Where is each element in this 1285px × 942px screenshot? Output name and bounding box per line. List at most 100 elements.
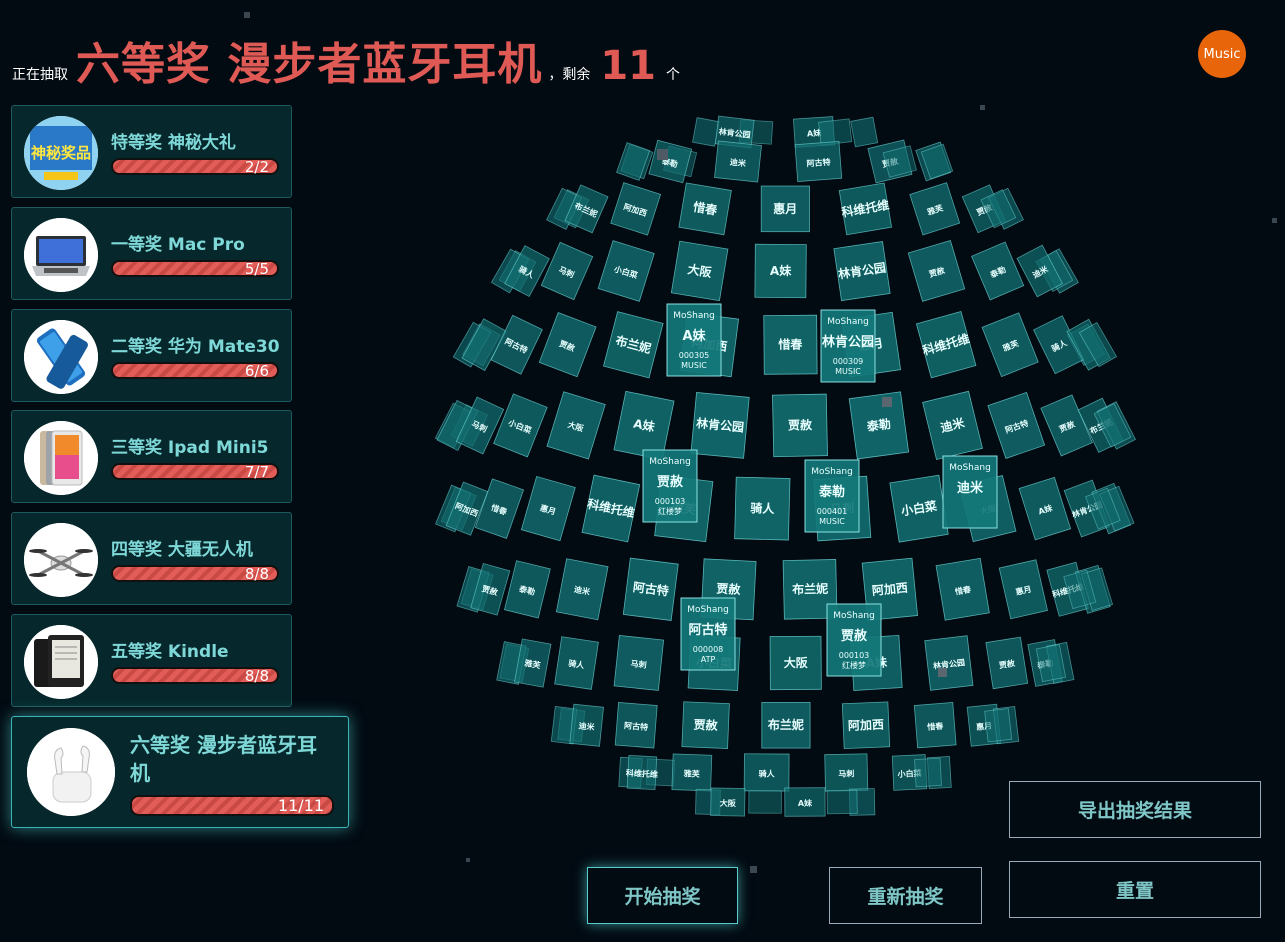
participant-card [984, 708, 1013, 743]
participant-card [748, 790, 782, 814]
participant-card-text: 阿古特 [688, 622, 727, 638]
participant-card [914, 757, 942, 788]
participant-card: 林肯公园 [690, 392, 750, 459]
participant-card: 惜春 [474, 478, 525, 539]
participant-card: 惜春 [763, 314, 818, 375]
prize-card-special[interactable]: 神秘奖品 特等奖 神秘大礼 2/2 [11, 105, 292, 198]
prize-card-fourth[interactable]: 四等奖 大疆无人机 8/8 [11, 512, 292, 605]
participant-name: 骑人 [759, 768, 776, 778]
participant-card-text: MoShang [827, 317, 869, 327]
participant-card-front: MoShang 林肯公园 000309MUSIC [820, 309, 876, 383]
participant-card: 阿加西 [841, 701, 891, 750]
participant-card: 大阪 [546, 391, 606, 460]
participant-card: 迪米 [555, 558, 609, 621]
participant-name: 惠月 [773, 201, 797, 216]
remaining-unit: 个 [666, 67, 680, 83]
ereader-icon [24, 625, 98, 699]
prize-card-second[interactable]: 二等奖 华为 Mate30 6/6 [11, 309, 292, 402]
export-results-button[interactable]: 导出抽奖结果 [1009, 781, 1261, 838]
participant-card: 迪米 [714, 140, 762, 183]
participant-name: 马刺 [838, 768, 854, 778]
participant-name: 雅芙 [684, 768, 701, 779]
participant-card: 布兰妮 [603, 311, 664, 379]
participant-card: 雅芙 [981, 312, 1039, 378]
participant-card: 马刺 [824, 753, 869, 792]
prize-label: 六等奖 漫步者蓝牙耳机 [130, 733, 317, 785]
participant-card: 马刺 [613, 634, 665, 691]
participant-name: 迪米 [578, 720, 596, 732]
participant-card-text: MoShang [673, 311, 715, 321]
music-toggle-button[interactable]: Music [1198, 30, 1246, 78]
participant-card [826, 789, 858, 815]
participant-name: 阿古特 [806, 157, 831, 169]
participant-card: 迪米 [922, 390, 983, 461]
participant-card: 惜春 [935, 557, 990, 621]
participant-card-front: MoShang A妹 000305MUSIC [666, 303, 722, 377]
prize-card-first[interactable]: 一等奖 Mac Pro 5/5 [11, 207, 292, 300]
background-particle [882, 397, 892, 407]
participant-card: 科维托维 [626, 754, 658, 791]
redraw-button[interactable]: 重新抽奖 [829, 867, 982, 924]
prize-label: 四等奖 大疆无人机 [111, 540, 253, 560]
participant-card: 贾赦 [681, 701, 730, 749]
participant-name: 马刺 [630, 658, 647, 670]
participant-card-text: MoShang [649, 457, 691, 467]
participant-card [850, 116, 879, 148]
participant-card: 雅芙 [909, 182, 961, 236]
participant-card-text: 000309 [833, 357, 864, 366]
participant-card: 惠月 [760, 185, 810, 233]
reset-button[interactable]: 重置 [1009, 861, 1261, 918]
participant-card: 惠月 [998, 559, 1048, 620]
participant-card-text: 林肯公园 [822, 334, 874, 350]
participant-name: 惜春 [927, 721, 944, 732]
background-particle [1272, 218, 1277, 223]
prize-progress-text: 6/6 [244, 362, 269, 380]
participant-card: A妹 [784, 787, 826, 817]
participant-card: 泰勒 [971, 241, 1025, 301]
participant-card-text: 000305 [679, 351, 710, 360]
participant-card-text: MoShang [949, 463, 991, 473]
prize-label: 二等奖 华为 Mate30 [111, 337, 280, 357]
prize-label: 三等奖 Ipad Mini5 [111, 438, 269, 458]
prize-progress-bar: 8/8 [111, 667, 279, 685]
prize-label: 特等奖 神秘大礼 [111, 133, 236, 153]
prize-progress-bar: 8/8 [111, 565, 279, 583]
prize-card-fifth[interactable]: 五等奖 Kindle 8/8 [11, 614, 292, 707]
drawing-label: 正在抽取 [12, 67, 68, 83]
prize-card-third[interactable]: 三等奖 Ipad Mini5 7/7 [11, 410, 292, 503]
participant-name: 大阪 [784, 655, 809, 670]
prize-progress-bar: 11/11 [130, 795, 334, 816]
background-particle [980, 105, 985, 110]
background-particle [938, 668, 947, 677]
participant-card-text: 000103 [839, 651, 870, 660]
participant-card: 泰勒 [503, 560, 551, 619]
participant-card: 林肯公园 [833, 241, 891, 302]
participant-card-text: MoShang [811, 467, 853, 477]
earbuds-icon [27, 728, 115, 816]
participant-card-front: MoShang 阿古特 000008ATP [680, 597, 736, 671]
remaining-label: ，剩余 [548, 67, 591, 83]
prize-card-sixth-active[interactable]: 六等奖 漫步者蓝牙耳机 11/11 [11, 716, 349, 828]
participant-name: A妹 [798, 798, 813, 808]
participant-card-text: MoShang [687, 605, 729, 615]
participant-card: 林肯公园 [924, 635, 974, 691]
participant-card: 贾赦 [538, 312, 597, 378]
participant-card: 阿加西 [610, 182, 662, 236]
participant-card-text: 000103 [655, 497, 686, 506]
participant-card: 贾赦 [907, 239, 966, 302]
participant-card-text: MUSIC [819, 517, 845, 526]
participant-card: 骑人 [554, 636, 599, 690]
participant-name: 惜春 [777, 337, 803, 352]
prize-progress-bar: 2/2 [111, 158, 279, 176]
start-draw-button[interactable]: 开始抽奖 [587, 867, 738, 924]
participant-card: 阿古特 [987, 391, 1046, 459]
participant-card-text: 贾赦 [841, 628, 868, 644]
participant-card-text: MoShang [833, 611, 875, 621]
participant-card [692, 117, 720, 147]
prize-label: 五等奖 Kindle [111, 642, 229, 662]
participant-card: 阿古特 [490, 314, 543, 375]
laptop-icon [24, 218, 98, 292]
participant-card: 贾赦 [985, 636, 1029, 690]
participant-card: 阿古特 [614, 702, 658, 749]
participant-card-text: 迪米 [957, 480, 984, 496]
